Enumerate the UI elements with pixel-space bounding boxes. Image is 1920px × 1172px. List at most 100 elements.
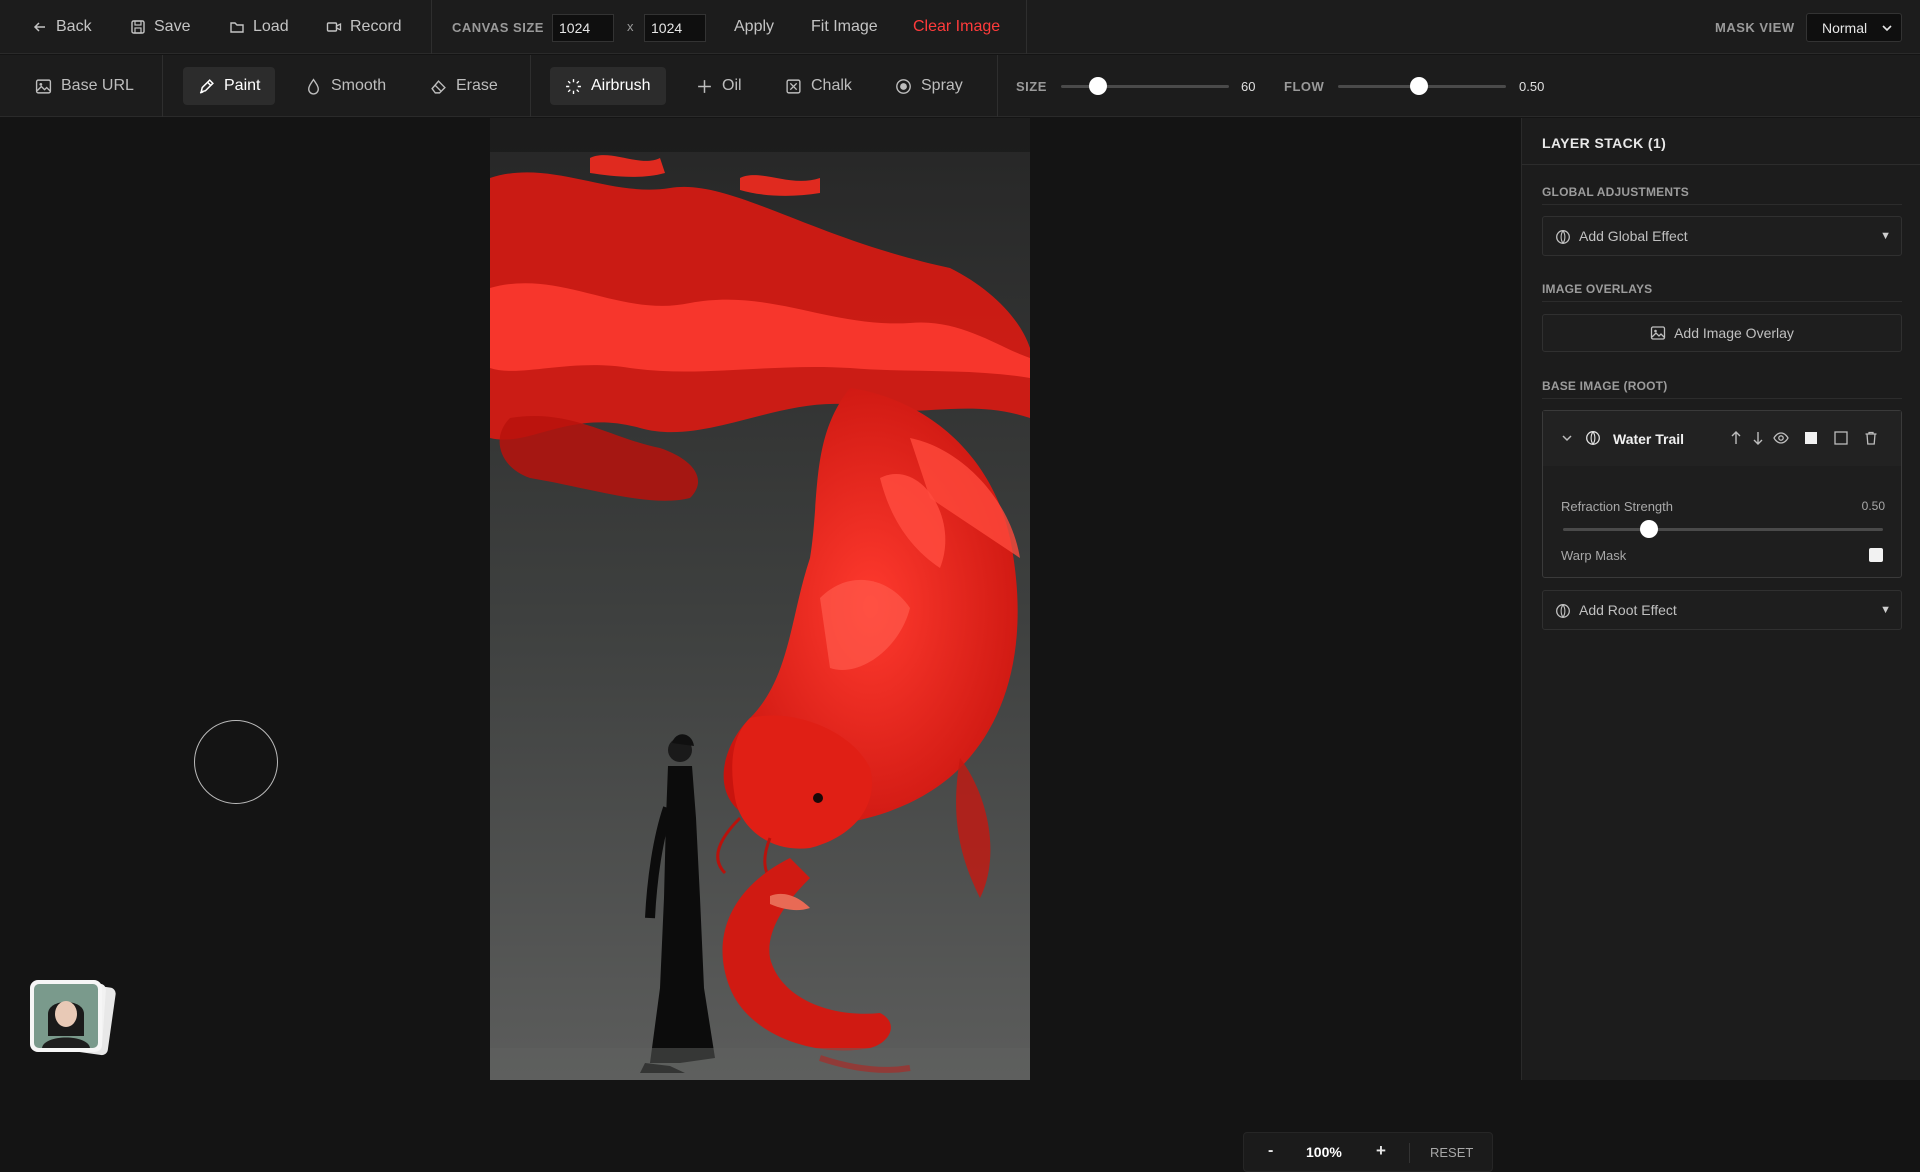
spray-button[interactable]: Spray [880, 67, 978, 105]
load-button[interactable]: Load [229, 0, 289, 54]
divider [1542, 204, 1902, 205]
airbrush-button[interactable]: Airbrush [550, 67, 666, 105]
paint-tool-button[interactable]: Paint [183, 67, 276, 105]
dropdown-arrow-icon: ▼ [1880, 230, 1891, 242]
smooth-tool-button[interactable]: Smooth [290, 67, 401, 105]
target-icon [896, 78, 911, 94]
refraction-strength-value: 0.50 [1861, 499, 1885, 513]
add-image-overlay-content: Add Image Overlay [1543, 315, 1901, 351]
folder-icon [230, 22, 244, 33]
divider [162, 55, 163, 117]
record-label: Record [350, 18, 402, 35]
square-x-icon [786, 78, 801, 94]
arrow-left-icon [33, 22, 45, 32]
zoom-reset-button[interactable]: RESET [1430, 1145, 1473, 1160]
video-camera-icon [326, 22, 342, 32]
zoom-in-button[interactable]: + [1376, 1141, 1386, 1161]
divider [1542, 398, 1902, 399]
layer-panel: LAYER STACK (1) GLOBAL ADJUSTMENTS Add G… [1521, 118, 1920, 1080]
oil-button[interactable]: Oil [681, 67, 757, 105]
base-url-button[interactable]: Base URL [20, 67, 149, 105]
image-overlays-heading: IMAGE OVERLAYS [1542, 282, 1653, 296]
erase-tool-button[interactable]: Erase [415, 67, 513, 105]
divider [1026, 0, 1027, 54]
warp-mask-label: Warp Mask [1561, 548, 1627, 563]
thumbnail-front[interactable] [30, 980, 102, 1052]
refraction-strength-thumb[interactable] [1640, 520, 1659, 538]
refraction-strength-label: Refraction Strength [1561, 499, 1674, 514]
tool-bar: Base URL Paint Smooth Erase Airbrush Oil… [0, 55, 1920, 117]
divider [431, 0, 432, 54]
chalk-label: Chalk [811, 77, 852, 94]
image-icon [35, 78, 52, 94]
fit-image-button[interactable]: Fit Image [811, 0, 878, 54]
flow-label: FLOW [1284, 79, 1325, 94]
canvas-area[interactable]: - 100% + RESET [0, 118, 1520, 1172]
plus-icon [698, 79, 711, 93]
chalk-button[interactable]: Chalk [770, 67, 867, 105]
divider [1522, 164, 1920, 165]
mask-view-value: Normal [1822, 20, 1868, 36]
base-image-heading: BASE IMAGE (ROOT) [1542, 379, 1668, 393]
size-value: 60 [1241, 79, 1256, 94]
trash-icon[interactable] [1863, 430, 1879, 446]
mask-view-label: MASK VIEW [1715, 20, 1795, 35]
pen-icon [199, 78, 214, 94]
smooth-label: Smooth [331, 77, 387, 94]
add-root-effect-label: Add Root Effect [1579, 602, 1677, 618]
canvas-width-input[interactable]: 1024 [552, 14, 614, 42]
top-bar: Back Save Load Record CANVAS SIZE 1024 x… [0, 0, 1920, 54]
zoom-bar: - 100% + RESET [1243, 1132, 1493, 1172]
effect-icon [1586, 431, 1600, 445]
spray-label: Spray [921, 77, 963, 94]
flow-value: 0.50 [1519, 79, 1545, 94]
add-root-effect-select[interactable]: Add Root Effect ▼ [1542, 590, 1902, 630]
apply-button[interactable]: Apply [734, 0, 774, 54]
layer-name: Water Trail [1613, 431, 1685, 447]
flow-slider-thumb[interactable] [1409, 77, 1428, 95]
canvas-height-input[interactable]: 1024 [644, 14, 706, 42]
warp-mask-checkbox[interactable] [1869, 548, 1883, 562]
record-button[interactable]: Record [326, 0, 402, 54]
zoom-out-button[interactable]: - [1268, 1142, 1273, 1160]
global-adjustments-heading: GLOBAL ADJUSTMENTS [1542, 185, 1689, 199]
size-slider-thumb[interactable] [1088, 77, 1107, 95]
mask-view-select[interactable]: Normal [1806, 13, 1902, 42]
add-global-effect-select[interactable]: Add Global Effect ▼ [1542, 216, 1902, 256]
oil-label: Oil [722, 77, 742, 94]
save-icon [131, 20, 145, 34]
portrait-thumbnail-icon [34, 984, 98, 1048]
solid-square-icon[interactable] [1803, 430, 1819, 446]
chevron-down-icon[interactable] [1561, 433, 1573, 443]
divider [997, 55, 998, 117]
effect-icon [1556, 604, 1570, 618]
layer-card-header: Water Trail [1543, 411, 1901, 466]
thumbnail-stack[interactable] [28, 978, 138, 1058]
effect-icon [1556, 230, 1570, 244]
load-label: Load [253, 18, 289, 35]
size-slider[interactable] [1061, 85, 1229, 88]
size-label: SIZE [1016, 79, 1047, 94]
divider [530, 55, 531, 117]
back-button[interactable]: Back [32, 0, 92, 54]
arrow-up-icon[interactable] [1730, 430, 1742, 446]
refraction-strength-slider[interactable] [1563, 528, 1883, 531]
artwork-image[interactable] [490, 118, 1030, 1080]
image-icon [1650, 326, 1666, 340]
times-sign: x [627, 19, 634, 34]
base-url-label: Base URL [61, 77, 134, 94]
divider [1409, 1143, 1410, 1163]
outline-square-icon[interactable] [1833, 430, 1849, 446]
layer-stack-title: LAYER STACK (1) [1542, 135, 1667, 151]
paint-label: Paint [224, 77, 261, 94]
add-image-overlay-button[interactable]: Add Image Overlay [1542, 314, 1902, 352]
dropdown-arrow-icon: ▼ [1880, 604, 1891, 616]
arrow-down-icon[interactable] [1752, 430, 1764, 446]
droplet-icon [308, 77, 319, 95]
eye-icon[interactable] [1773, 430, 1789, 446]
erase-label: Erase [456, 77, 498, 94]
koi-artwork [490, 118, 1030, 1080]
canvas-size-label: CANVAS SIZE [452, 20, 544, 35]
save-button[interactable]: Save [130, 0, 190, 54]
clear-image-button[interactable]: Clear Image [913, 0, 1000, 54]
